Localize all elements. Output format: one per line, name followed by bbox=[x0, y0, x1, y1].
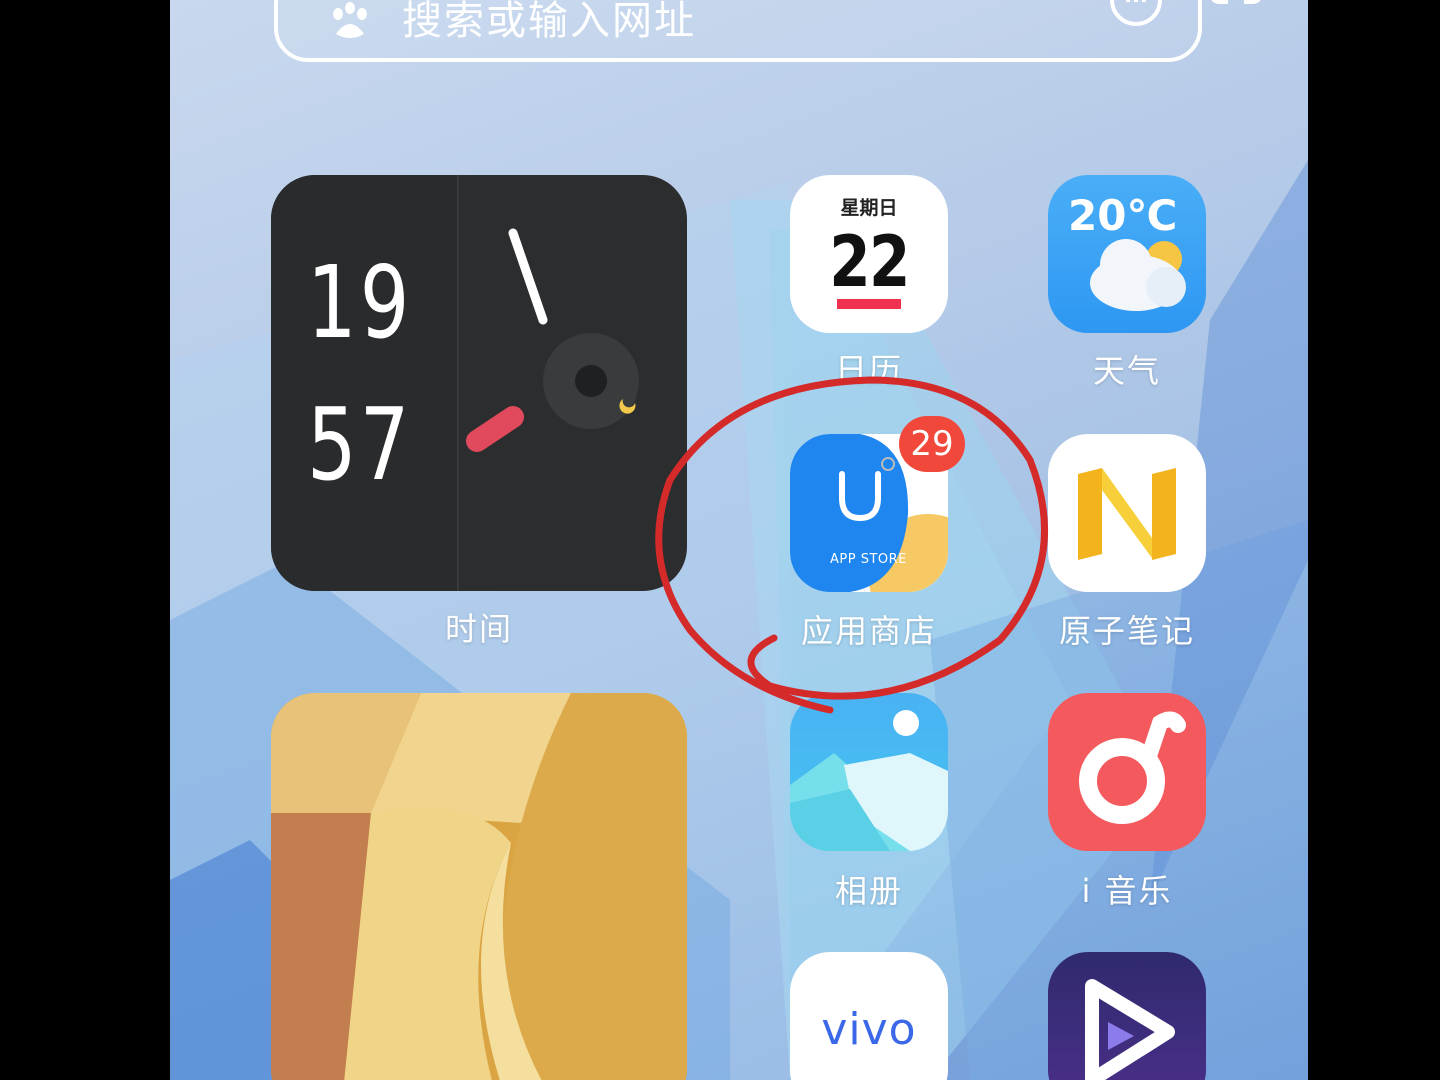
atom-notes-app-label: 原子笔记 bbox=[1058, 612, 1195, 650]
baidu-paw-icon bbox=[333, 2, 367, 38]
app-store-icon-text: APP STORE bbox=[830, 552, 907, 567]
search-bar[interactable]: 搜索或输入网址 bbox=[274, 0, 1261, 62]
vivo-wordmark: vivo bbox=[821, 1004, 917, 1055]
calendar-accent-bar bbox=[837, 299, 901, 309]
i-music-app-label: i 音乐 bbox=[1081, 872, 1173, 910]
weather-app-icon[interactable]: 20℃ bbox=[1048, 175, 1206, 333]
notification-badge: 29 bbox=[899, 416, 965, 472]
notes-n-icon bbox=[1078, 468, 1176, 560]
play-icon bbox=[1085, 979, 1175, 1080]
calendar-weekday: 星期日 bbox=[840, 197, 898, 219]
scan-icon[interactable] bbox=[1208, 0, 1264, 38]
mountain-photo-icon bbox=[790, 710, 948, 851]
album-app-label: 相册 bbox=[834, 872, 903, 910]
calendar-app-icon[interactable]: 星期日 22 bbox=[790, 175, 948, 333]
app-store-app-label: 应用商店 bbox=[800, 612, 937, 650]
vivo-app-icon[interactable]: vivo bbox=[790, 952, 948, 1080]
clock-hour: 19 bbox=[307, 244, 413, 361]
search-placeholder: 搜索或输入网址 bbox=[402, 0, 696, 44]
cloud-sun-icon bbox=[1090, 239, 1186, 311]
calendar-app-label: 日历 bbox=[834, 351, 903, 389]
i-music-app-icon[interactable] bbox=[1048, 693, 1206, 851]
weather-app-label: 天气 bbox=[1092, 352, 1161, 390]
music-note-icon bbox=[1079, 711, 1186, 824]
digital-clock-panel bbox=[271, 175, 457, 591]
calendar-day: 22 bbox=[829, 221, 910, 303]
photo-widget[interactable] bbox=[271, 693, 687, 1080]
phone-home-screen: 搜索或输入网址 19 57 时间 星期日 22 日历 20℃ 天气 APP ST… bbox=[170, 0, 1308, 1080]
video-app-icon[interactable] bbox=[1048, 952, 1206, 1080]
photo-image bbox=[271, 693, 687, 1080]
clock-minute: 57 bbox=[307, 386, 413, 503]
clock-widget-label: 时间 bbox=[444, 610, 513, 648]
analog-clock-icon bbox=[466, 228, 639, 452]
screenshot-stage: 搜索或输入网址 19 57 时间 星期日 22 日历 20℃ 天气 APP ST… bbox=[0, 0, 1440, 1080]
album-app-icon[interactable] bbox=[790, 693, 948, 851]
clock-widget[interactable]: 19 57 bbox=[271, 175, 687, 591]
voice-search-icon[interactable] bbox=[1108, 0, 1164, 36]
atom-notes-app-icon[interactable] bbox=[1048, 434, 1206, 592]
